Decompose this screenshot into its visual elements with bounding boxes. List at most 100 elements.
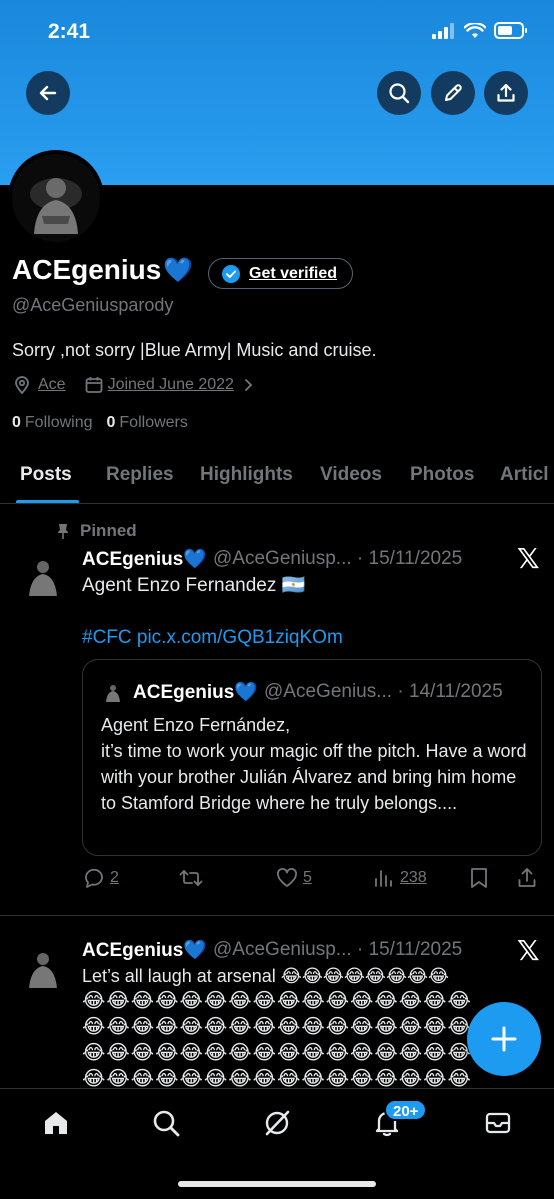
share-button[interactable] [484, 71, 528, 115]
profile-name: ACEgenius 💙 [12, 254, 193, 286]
following-label: Following [24, 414, 93, 431]
views-button[interactable]: 238 [372, 866, 427, 890]
tab-highlights[interactable]: Highlights [200, 464, 293, 486]
heart-icon [277, 868, 297, 887]
post-author-name[interactable]: ACEgenius💙 [82, 938, 207, 962]
battery-icon [494, 22, 527, 39]
like-count: 5 [303, 869, 312, 886]
nav-messages[interactable] [478, 1107, 518, 1139]
home-indicator [178, 1181, 376, 1187]
profile-handle: @AceGeniusparody [12, 295, 174, 315]
share-icon [518, 868, 536, 887]
reply-icon [85, 868, 103, 888]
back-button[interactable] [26, 71, 70, 115]
nav-search[interactable] [146, 1107, 186, 1139]
profile-tabs: Posts Replies Highlights Videos Photos A… [0, 452, 554, 504]
profile-bio: Sorry ,not sorry |Blue Army| Music and c… [12, 340, 377, 360]
wifi-icon [464, 22, 486, 38]
notifications-badge: 20+ [384, 1099, 428, 1121]
grok-icon [265, 1110, 290, 1136]
nav-grok[interactable] [257, 1107, 297, 1139]
emoji-row: 😂😂😂😂😂😂😂😂😂😂😂😂😂😂😂😂 [82, 990, 472, 1012]
followers-count: 0 [106, 414, 116, 431]
tab-replies[interactable]: Replies [106, 464, 174, 486]
status-icons [432, 22, 528, 39]
home-icon [45, 1112, 67, 1134]
compose-button[interactable] [467, 1002, 541, 1076]
pinned-label: Pinned [80, 521, 137, 540]
post-avatar[interactable] [18, 942, 68, 992]
get-verified-button[interactable]: Get verified [208, 258, 354, 289]
quoted-post-text: Agent Enzo Fernández, it’s time to work … [101, 712, 531, 816]
like-button[interactable]: 5 [275, 866, 312, 890]
post-text: Agent Enzo Fernandez 🇦🇷 [82, 575, 306, 596]
post-author-meta: @AceGeniusp... · 15/11/2025 [213, 939, 463, 960]
tab-posts[interactable]: Posts [20, 464, 72, 486]
quoted-post-text-content: Agent Enzo Fernández, it’s time to work … [101, 715, 527, 813]
chevron-right-icon[interactable] [240, 377, 256, 393]
get-verified-label: Get verified [249, 264, 338, 282]
plus-icon [491, 1026, 517, 1052]
mail-icon [485, 1112, 511, 1134]
post-avatar[interactable] [18, 550, 68, 600]
follow-counts: 0 Following 0 Followers [12, 414, 188, 432]
post-divider [0, 915, 554, 916]
pin-icon [58, 524, 68, 539]
profile-meta: Ace Joined June 2022 [12, 375, 256, 395]
following-count: 0 [12, 414, 21, 431]
x-logo-icon: 𝕏 [517, 935, 540, 966]
emoji-row: 😂😂😂😂😂😂😂😂😂😂😂😂😂😂😂😂 [82, 1042, 472, 1064]
tab-photos[interactable]: Photos [410, 464, 474, 486]
quoted-post-header: ACEgenius💙 @AceGenius... · 14/11/2025 [101, 680, 503, 704]
followers-link[interactable]: 0 Followers [107, 414, 188, 432]
share-icon [497, 83, 515, 102]
avatar-image [12, 154, 100, 242]
x-logo-icon: 𝕏 [517, 543, 540, 574]
status-bar: 2:41 [0, 0, 554, 64]
quoted-author-name: ACEgenius💙 [133, 682, 259, 703]
following-link[interactable]: 0 Following [12, 414, 93, 432]
signal-icon [432, 22, 454, 39]
search-button[interactable] [377, 71, 421, 115]
pinned-indicator: Pinned [56, 521, 137, 541]
emoji-row: 😂😂😂😂😂😂😂😂😂😂😂😂😂😂😂😂 [82, 1016, 472, 1038]
followers-label: Followers [119, 414, 188, 431]
tab-videos[interactable]: Videos [320, 464, 382, 486]
post-links[interactable]: #CFC pic.x.com/GQB1ziqKOm [82, 624, 343, 651]
avatar-image [18, 550, 68, 600]
quoted-avatar [101, 680, 125, 704]
status-time: 2:41 [48, 20, 91, 43]
quoted-post[interactable]: ACEgenius💙 @AceGenius... · 14/11/2025 Ag… [82, 659, 542, 856]
location-link[interactable]: Ace [38, 376, 66, 394]
post-actions: 2 5 238 [82, 866, 542, 892]
joined-date-link[interactable]: Joined June 2022 [108, 376, 234, 394]
analytics-icon [375, 870, 392, 887]
reply-count: 2 [110, 869, 119, 886]
nav-home[interactable] [36, 1107, 76, 1139]
bookmark-button[interactable] [468, 866, 490, 890]
view-count: 238 [400, 869, 427, 886]
post-author-meta: @AceGeniusp... · 15/11/2025 [213, 548, 463, 569]
active-tab-indicator [16, 500, 79, 503]
search-icon [389, 83, 410, 104]
edit-button[interactable] [431, 71, 475, 115]
blue-heart-emoji: 💙 [163, 256, 194, 284]
location-pin-icon [15, 376, 29, 395]
calendar-icon [85, 377, 102, 393]
repost-icon [179, 870, 203, 886]
post-text: Let’s all laugh at arsenal 😂😂😂😂😂😂😂😂 [82, 966, 450, 986]
post-header: ACEgenius💙 @AceGeniusp... · 15/11/2025 [82, 938, 462, 962]
search-icon [153, 1110, 180, 1137]
verified-badge-icon [222, 264, 240, 283]
share-post-button[interactable] [516, 866, 538, 890]
bookmark-icon [471, 868, 487, 888]
repost-button[interactable] [178, 866, 204, 890]
arrow-left-icon [39, 85, 57, 101]
post-author-name[interactable]: ACEgenius💙 [82, 547, 207, 571]
reply-button[interactable]: 2 [82, 866, 119, 890]
tab-articles[interactable]: Articl [500, 464, 549, 486]
profile-avatar[interactable] [8, 150, 104, 246]
quoted-author-meta: @AceGenius... · 14/11/2025 [264, 681, 503, 702]
profile-name-text: ACEgenius [12, 254, 162, 285]
pencil-icon [445, 84, 462, 101]
